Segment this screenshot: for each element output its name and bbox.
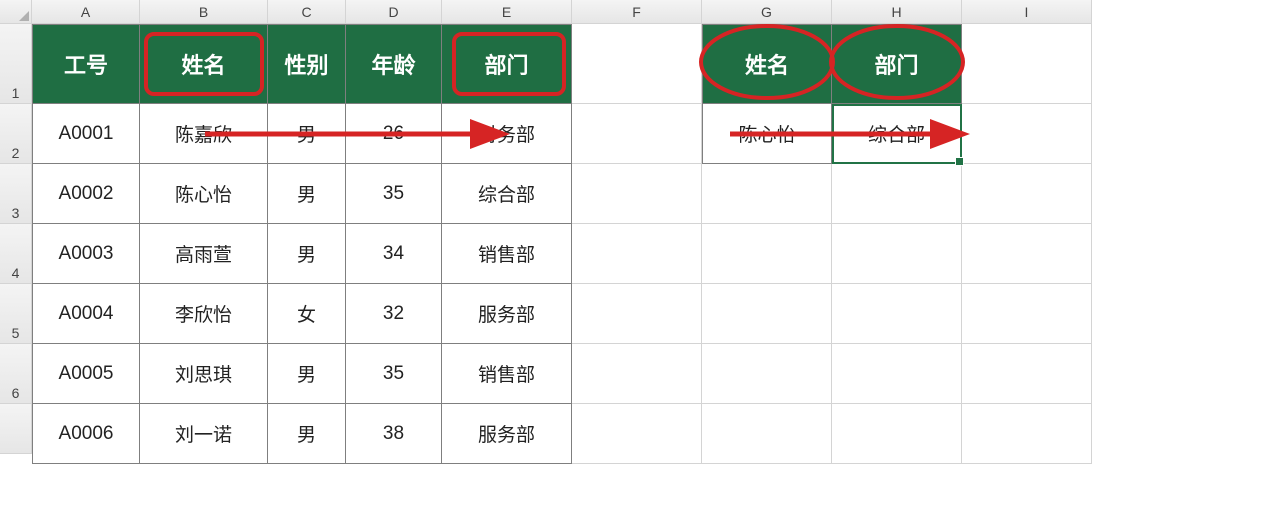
cell-E7[interactable]: 服务部 xyxy=(442,404,572,464)
cell-A2[interactable]: A0001 xyxy=(32,104,140,164)
cell-A7[interactable]: A0006 xyxy=(32,404,140,464)
cell-F6[interactable] xyxy=(572,344,702,404)
cell-E2[interactable]: 财务部 xyxy=(442,104,572,164)
select-all-corner[interactable] xyxy=(0,0,32,24)
col-head-A[interactable]: A xyxy=(32,0,140,24)
cell-A4[interactable]: A0003 xyxy=(32,224,140,284)
cell-C2[interactable]: 男 xyxy=(268,104,346,164)
cell-F5[interactable] xyxy=(572,284,702,344)
cell-D4[interactable]: 34 xyxy=(346,224,442,284)
cell-G4[interactable] xyxy=(702,224,832,284)
col-head-B[interactable]: B xyxy=(140,0,268,24)
cell-H6[interactable] xyxy=(832,344,962,404)
cell-I1[interactable] xyxy=(962,24,1092,104)
hdr-G1[interactable]: 姓名 xyxy=(702,24,832,104)
cell-H2[interactable]: 综合部 xyxy=(832,104,962,164)
cell-C6[interactable]: 男 xyxy=(268,344,346,404)
cell-E6[interactable]: 销售部 xyxy=(442,344,572,404)
cell-H7[interactable] xyxy=(832,404,962,464)
cell-E4[interactable]: 销售部 xyxy=(442,224,572,284)
col-head-H[interactable]: H xyxy=(832,0,962,24)
cell-B3[interactable]: 陈心怡 xyxy=(140,164,268,224)
cell-E3[interactable]: 综合部 xyxy=(442,164,572,224)
cell-I4[interactable] xyxy=(962,224,1092,284)
cell-C3[interactable]: 男 xyxy=(268,164,346,224)
spreadsheet[interactable]: A B C D E F G H I 1 2 3 4 5 6 工号 姓名 性别 年… xyxy=(0,0,1280,507)
cell-G5[interactable] xyxy=(702,284,832,344)
hdr-D1[interactable]: 年龄 xyxy=(346,24,442,104)
cell-D7[interactable]: 38 xyxy=(346,404,442,464)
cell-D2[interactable]: 26 xyxy=(346,104,442,164)
column-header-row: A B C D E F G H I xyxy=(0,0,1092,24)
cell-E5[interactable]: 服务部 xyxy=(442,284,572,344)
cell-B4[interactable]: 高雨萱 xyxy=(140,224,268,284)
hdr-C1[interactable]: 性别 xyxy=(268,24,346,104)
hdr-E1[interactable]: 部门 xyxy=(442,24,572,104)
row-head-1[interactable]: 1 xyxy=(0,24,32,104)
cell-A6[interactable]: A0005 xyxy=(32,344,140,404)
cell-B5[interactable]: 李欣怡 xyxy=(140,284,268,344)
row-head-7[interactable] xyxy=(0,404,32,454)
cell-H4[interactable] xyxy=(832,224,962,284)
cell-G6[interactable] xyxy=(702,344,832,404)
col-head-E[interactable]: E xyxy=(442,0,572,24)
col-head-D[interactable]: D xyxy=(346,0,442,24)
row-head-4[interactable]: 4 xyxy=(0,224,32,284)
hdr-A1[interactable]: 工号 xyxy=(32,24,140,104)
cell-C7[interactable]: 男 xyxy=(268,404,346,464)
cell-F7[interactable] xyxy=(572,404,702,464)
cell-D5[interactable]: 32 xyxy=(346,284,442,344)
cell-I6[interactable] xyxy=(962,344,1092,404)
cell-B6[interactable]: 刘思琪 xyxy=(140,344,268,404)
cell-G2[interactable]: 陈心怡 xyxy=(702,104,832,164)
col-head-G[interactable]: G xyxy=(702,0,832,24)
cell-F2[interactable] xyxy=(572,104,702,164)
col-head-C[interactable]: C xyxy=(268,0,346,24)
cell-D6[interactable]: 35 xyxy=(346,344,442,404)
cell-I3[interactable] xyxy=(962,164,1092,224)
row-head-3[interactable]: 3 xyxy=(0,164,32,224)
cell-B7[interactable]: 刘一诺 xyxy=(140,404,268,464)
cell-I2[interactable] xyxy=(962,104,1092,164)
cell-C4[interactable]: 男 xyxy=(268,224,346,284)
row-header-col: 1 2 3 4 5 6 xyxy=(0,24,32,454)
cell-I5[interactable] xyxy=(962,284,1092,344)
hdr-H1[interactable]: 部门 xyxy=(832,24,962,104)
row-head-6[interactable]: 6 xyxy=(0,344,32,404)
hdr-B1[interactable]: 姓名 xyxy=(140,24,268,104)
cell-G3[interactable] xyxy=(702,164,832,224)
col-head-I[interactable]: I xyxy=(962,0,1092,24)
row-head-2[interactable]: 2 xyxy=(0,104,32,164)
cell-A3[interactable]: A0002 xyxy=(32,164,140,224)
cell-H5[interactable] xyxy=(832,284,962,344)
cell-F3[interactable] xyxy=(572,164,702,224)
cell-A5[interactable]: A0004 xyxy=(32,284,140,344)
row-head-5[interactable]: 5 xyxy=(0,284,32,344)
cell-I7[interactable] xyxy=(962,404,1092,464)
cell-G7[interactable] xyxy=(702,404,832,464)
cell-H3[interactable] xyxy=(832,164,962,224)
cell-F1[interactable] xyxy=(572,24,702,104)
cell-B2[interactable]: 陈嘉欣 xyxy=(140,104,268,164)
col-head-F[interactable]: F xyxy=(572,0,702,24)
cell-C5[interactable]: 女 xyxy=(268,284,346,344)
cell-F4[interactable] xyxy=(572,224,702,284)
cell-D3[interactable]: 35 xyxy=(346,164,442,224)
